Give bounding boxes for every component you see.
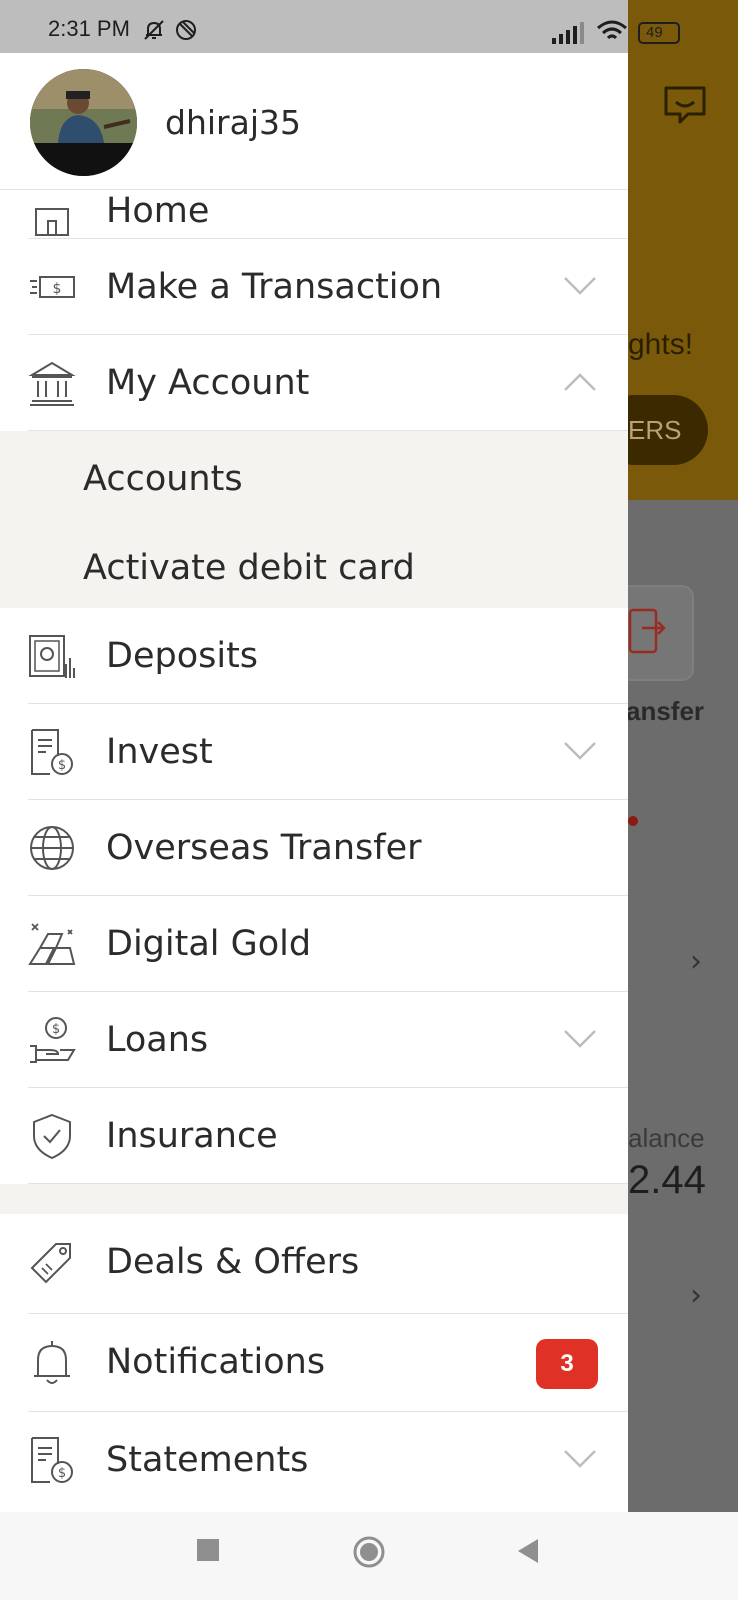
back-icon[interactable] <box>516 1538 540 1564</box>
svg-text:$: $ <box>58 758 66 773</box>
profile-header[interactable]: dhiraj35 <box>0 53 628 190</box>
chat-icon <box>664 86 706 124</box>
submenu-item-activate-debit-card[interactable]: Activate debit card <box>83 548 415 588</box>
mute-icon <box>144 20 164 40</box>
signal-icon <box>552 22 584 44</box>
system-nav-bar <box>0 1512 738 1600</box>
transfer-icon <box>628 608 666 654</box>
menu-item-make-transaction[interactable]: $ Make a Transaction <box>0 239 628 335</box>
username: dhiraj35 <box>165 103 301 142</box>
background-hero-button-label: ERS <box>628 415 682 445</box>
menu-item-notifications[interactable]: Notifications 3 <box>0 1314 628 1412</box>
menu-item-label: Overseas Transfer <box>106 828 422 868</box>
menu-item-label: Insurance <box>106 1116 278 1156</box>
bank-icon <box>28 361 76 406</box>
menu-item-label: Digital Gold <box>106 924 312 964</box>
menu-item-label: Statements <box>106 1440 309 1480</box>
menu-item-loans[interactable]: $ Loans <box>0 992 628 1088</box>
menu-item-label: My Account <box>106 363 310 403</box>
globe-icon <box>30 826 74 870</box>
svg-text:$: $ <box>58 1466 66 1481</box>
background-dot <box>628 816 638 826</box>
chevron-up-icon <box>564 373 596 391</box>
menu-item-my-account[interactable]: My Account <box>0 335 628 431</box>
battery-level: 49 <box>646 24 663 41</box>
svg-text:$: $ <box>52 1022 60 1037</box>
home-button-icon[interactable] <box>352 1535 386 1569</box>
background-chevron-right-icon-2: › <box>690 1278 702 1313</box>
menu-item-label: Invest <box>106 732 213 772</box>
recents-icon[interactable] <box>196 1538 220 1562</box>
shield-icon <box>33 1113 71 1160</box>
chevron-down-icon <box>564 742 596 760</box>
chevron-down-icon <box>564 277 596 295</box>
background-hero-text: ghts! <box>628 328 694 361</box>
chevron-down-icon <box>564 1450 596 1468</box>
menu-item-label: Loans <box>106 1020 209 1060</box>
menu-item-label: Deals & Offers <box>106 1242 360 1282</box>
tag-icon <box>30 1243 71 1284</box>
battery-icon: 49 <box>638 22 680 44</box>
menu-item-statements[interactable]: $ Statements <box>0 1412 628 1508</box>
background-balance-value: 2.44 <box>628 1158 706 1202</box>
home-icon <box>35 208 69 236</box>
menu-item-invest[interactable]: $ Invest <box>0 704 628 800</box>
section-separator <box>0 1184 628 1214</box>
avatar-photo <box>30 69 137 176</box>
background-transfer-label: ansfer <box>626 696 705 726</box>
dnd-icon <box>176 20 196 40</box>
bell-icon <box>34 1341 70 1384</box>
statement-document-icon: $ <box>31 1437 73 1483</box>
status-time: 2:31 PM <box>48 16 130 41</box>
invest-document-icon: $ <box>31 729 73 775</box>
notification-count-badge: 3 <box>536 1339 598 1389</box>
menu-item-overseas-transfer[interactable]: Overseas Transfer <box>0 800 628 896</box>
menu-item-deals-offers[interactable]: Deals & Offers <box>0 1214 628 1314</box>
menu-item-insurance[interactable]: Insurance <box>0 1088 628 1184</box>
wifi-icon <box>597 20 627 40</box>
svg-text:$: $ <box>53 281 62 297</box>
chevron-down-icon <box>564 1030 596 1048</box>
background-chevron-right-icon: › <box>690 944 702 979</box>
safe-icon <box>29 635 75 678</box>
cash-transfer-icon: $ <box>30 276 75 298</box>
menu-item-label: Notifications <box>106 1342 326 1382</box>
menu-item-label: Home <box>106 191 210 231</box>
loan-hand-icon: $ <box>30 1017 76 1063</box>
submenu-item-accounts[interactable]: Accounts <box>83 459 243 499</box>
menu-item-deposits[interactable]: Deposits <box>0 608 628 704</box>
menu-item-digital-gold[interactable]: Digital Gold <box>0 896 628 992</box>
background-balance-label: alance <box>628 1123 705 1153</box>
gold-bars-icon <box>28 923 76 965</box>
status-bar: 2:31 PM <box>0 0 628 53</box>
avatar[interactable] <box>30 69 137 176</box>
menu-item-label: Deposits <box>106 636 259 676</box>
menu-item-label: Make a Transaction <box>106 267 443 307</box>
navigation-drawer: Home $ Make a Transaction My Account Acc… <box>0 53 628 1512</box>
submenu-my-account: Accounts Activate debit card <box>0 431 628 608</box>
